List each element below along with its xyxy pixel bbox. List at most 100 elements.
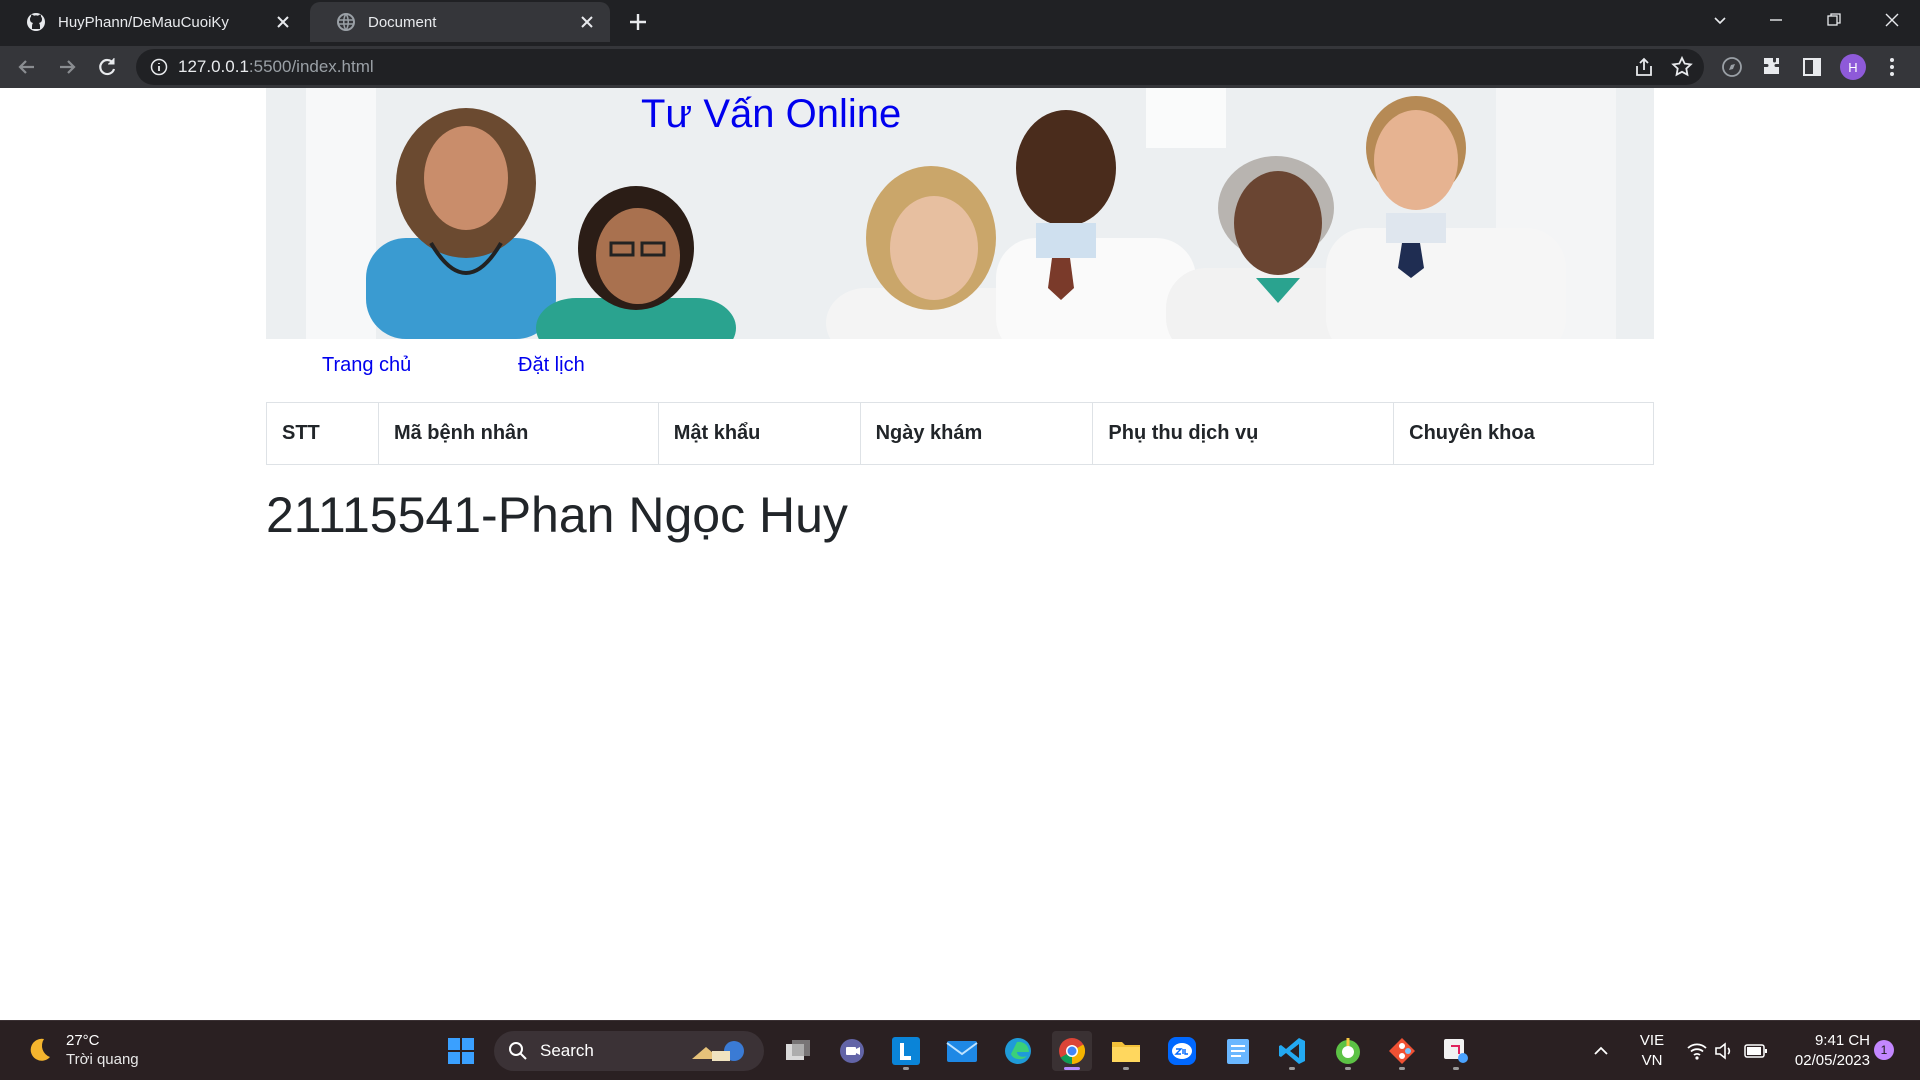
weather-temperature: 27°C — [66, 1032, 100, 1049]
notepad-icon — [1227, 1039, 1249, 1064]
edge-button[interactable] — [998, 1031, 1038, 1071]
info-icon[interactable] — [150, 58, 168, 76]
running-indicator — [1123, 1067, 1129, 1070]
l-app-icon — [892, 1037, 920, 1065]
git-tool-icon — [1389, 1038, 1415, 1064]
github-icon — [27, 13, 45, 31]
new-tab-icon[interactable] — [624, 8, 652, 36]
zalo-button[interactable] — [1162, 1031, 1202, 1071]
notification-badge[interactable]: 1 — [1874, 1040, 1894, 1060]
volume-icon[interactable] — [1714, 1041, 1736, 1061]
main-nav: Trang chủ Đặt lịch — [266, 346, 1654, 386]
running-indicator — [1064, 1067, 1080, 1070]
more-menu-icon[interactable] — [1880, 55, 1904, 79]
chevron-up-icon[interactable] — [1592, 1043, 1610, 1059]
reload-icon[interactable] — [94, 54, 120, 80]
folder-icon — [1112, 1042, 1140, 1062]
page-title: Tư Vấn Online — [641, 92, 902, 136]
file-explorer-button[interactable] — [1106, 1031, 1146, 1071]
vscode-icon — [1279, 1038, 1305, 1064]
profile-avatar[interactable]: H — [1840, 54, 1866, 80]
windows-taskbar: 27°C Trời quang Search VIE VN 9:41 CH 02… — [0, 1020, 1920, 1080]
chrome-button[interactable] — [1052, 1031, 1092, 1071]
student-heading: 21115541-Phan Ngọc Huy — [266, 487, 848, 543]
patient-table: STT Mã bệnh nhân Mật khẩu Ngày khám Phụ … — [266, 402, 1654, 465]
table-header-row: STT Mã bệnh nhân Mật khẩu Ngày khám Phụ … — [266, 402, 1654, 465]
nav-link-home[interactable]: Trang chủ — [322, 354, 411, 377]
search-highlight-icon — [692, 1041, 744, 1061]
running-indicator — [903, 1067, 909, 1070]
window-close-icon[interactable] — [1864, 0, 1920, 40]
doctors-banner-image: Tư Vấn Online — [266, 88, 1654, 339]
search-label: Search — [540, 1041, 594, 1060]
address-bar[interactable]: 127.0.0.1:5500/index.html — [136, 49, 1704, 85]
restore-icon[interactable] — [1806, 0, 1862, 40]
tab-label: HuyPhann/DeMauCuoiKy — [58, 13, 229, 31]
taskbar-search[interactable]: Search — [494, 1031, 764, 1071]
column-header-patient-id: Mã bệnh nhân — [377, 402, 659, 465]
system-clock[interactable]: 9:41 CH 02/05/2023 — [1770, 1031, 1870, 1071]
start-button[interactable] — [441, 1031, 481, 1071]
globe-icon — [337, 13, 355, 31]
weather-description: Trời quang — [66, 1051, 139, 1068]
chrome-icon — [1059, 1038, 1086, 1065]
weather-widget[interactable]: 27°C Trời quang — [24, 1031, 139, 1069]
battery-icon[interactable] — [1744, 1042, 1768, 1060]
tab-label: Document — [368, 13, 437, 31]
column-header-stt: STT — [266, 402, 379, 465]
side-panel-icon[interactable] — [1800, 55, 1824, 79]
tab-github[interactable]: HuyPhann/DeMauCuoiKy — [0, 2, 306, 42]
vscode-button[interactable] — [1272, 1031, 1312, 1071]
l-app-button[interactable] — [886, 1031, 926, 1071]
browser-tabstrip: HuyPhann/DeMauCuoiKy Document — [0, 0, 1920, 46]
tab-search-icon[interactable] — [1692, 0, 1748, 40]
snipping-tool-button[interactable] — [1436, 1031, 1476, 1071]
forward-icon[interactable] — [54, 54, 80, 80]
mail-button[interactable] — [942, 1031, 982, 1071]
wifi-icon[interactable] — [1686, 1041, 1708, 1061]
green-app-icon — [1336, 1038, 1360, 1064]
running-indicator — [1399, 1067, 1405, 1070]
input-language[interactable]: VIE VN — [1636, 1031, 1668, 1071]
mail-icon — [946, 1041, 978, 1062]
compass-extension-icon[interactable] — [1720, 55, 1744, 79]
search-icon — [509, 1042, 527, 1060]
zalo-icon — [1168, 1037, 1196, 1065]
snipping-tool-icon — [1444, 1039, 1468, 1063]
running-indicator — [1453, 1067, 1459, 1070]
windows-logo-icon — [448, 1038, 474, 1064]
clock-time: 9:41 CH — [1814, 1032, 1870, 1049]
running-indicator — [1345, 1067, 1351, 1070]
web-page: Tư Vấn Online Trang chủ Đặt lịch STT Mã … — [0, 88, 1920, 1020]
minimize-icon[interactable] — [1748, 0, 1804, 40]
notepad-button[interactable] — [1218, 1031, 1258, 1071]
close-icon[interactable] — [274, 13, 292, 31]
url-text: 127.0.0.1:5500/index.html — [178, 57, 374, 77]
browser-toolbar: 127.0.0.1:5500/index.html H — [0, 46, 1920, 88]
teams-chat-icon — [840, 1039, 864, 1063]
column-header-password: Mật khẩu — [657, 402, 861, 465]
url-host: 127.0.0.1 — [178, 57, 249, 76]
task-view-icon — [786, 1040, 810, 1060]
teams-chat-button[interactable] — [832, 1031, 872, 1071]
moon-icon — [30, 1038, 50, 1061]
region-code: VN — [1641, 1052, 1663, 1069]
doctors-group-illustration — [266, 88, 1654, 339]
url-path: :5500/index.html — [248, 57, 374, 76]
green-app-button[interactable] — [1328, 1031, 1368, 1071]
running-indicator — [1289, 1067, 1295, 1070]
tab-document[interactable]: Document — [310, 2, 610, 42]
git-tool-button[interactable] — [1382, 1031, 1422, 1071]
column-header-exam-date: Ngày khám — [859, 402, 1094, 465]
edge-icon — [1005, 1038, 1031, 1064]
extensions-icon[interactable] — [1760, 55, 1784, 79]
share-icon[interactable] — [1632, 55, 1656, 79]
bookmark-star-icon[interactable] — [1670, 55, 1694, 79]
language-code: VIE — [1639, 1032, 1665, 1049]
column-header-service-fee: Phụ thu dịch vụ — [1092, 402, 1395, 465]
column-header-specialty: Chuyên khoa — [1393, 402, 1654, 465]
nav-link-booking[interactable]: Đặt lịch — [518, 354, 585, 377]
back-icon[interactable] — [14, 54, 40, 80]
close-icon[interactable] — [578, 13, 596, 31]
task-view-button[interactable] — [778, 1031, 818, 1071]
